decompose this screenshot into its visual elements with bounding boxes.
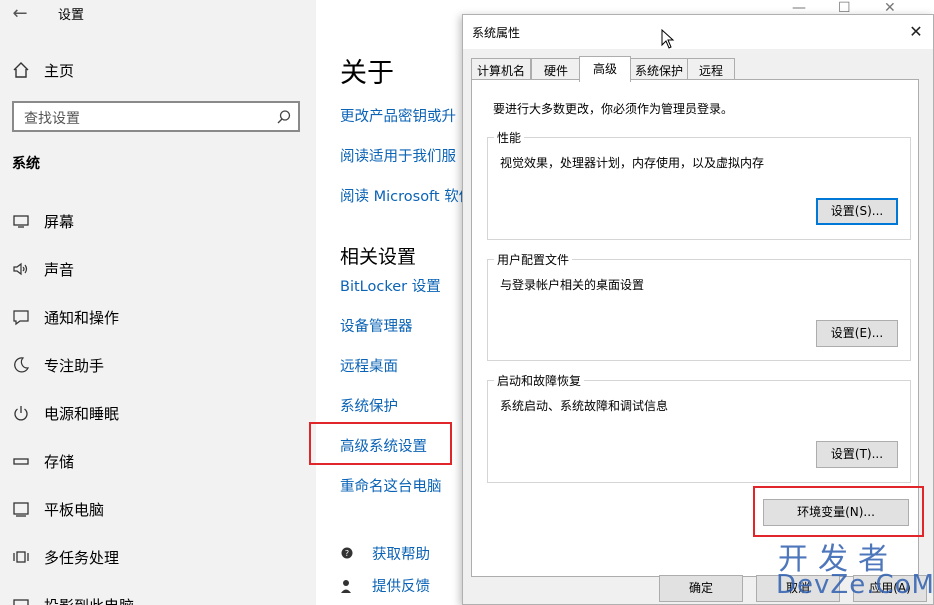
project-icon (13, 599, 29, 605)
feedback-person-icon (341, 579, 351, 593)
moon-icon (14, 357, 30, 373)
link-read-service-agreement[interactable]: 阅读适用于我们服 (340, 145, 456, 166)
group-legend: 性能 (494, 129, 525, 146)
nav-item-label: 存储 (44, 452, 75, 471)
highlight-box-environment-variables (753, 486, 924, 537)
section-heading-system: 系统 (12, 156, 40, 172)
tab-computer-name[interactable]: 计算机名 (471, 58, 531, 80)
nav-home[interactable]: 主页 (12, 58, 74, 82)
link-change-product-key[interactable]: 更改产品密钥或升 (340, 105, 456, 126)
nav-item-label: 屏幕 (44, 212, 75, 231)
multitask-icon (13, 551, 29, 563)
admin-note: 要进行大多数更改，你必须作为管理员登录。 (493, 102, 734, 116)
tablet-icon (13, 502, 29, 517)
nav-item-sound[interactable]: 声音 (12, 256, 74, 282)
group-description: 系统启动、系统故障和调试信息 (500, 399, 669, 413)
performance-settings-button[interactable]: 设置(S)... (816, 198, 898, 225)
link-remote-desktop[interactable]: 远程桌面 (340, 355, 398, 376)
link-read-microsoft-license[interactable]: 阅读 Microsoft 软件 (340, 185, 473, 206)
power-icon (14, 406, 28, 421)
monitor-icon (13, 215, 29, 228)
link-device-manager[interactable]: 设备管理器 (340, 315, 413, 336)
nav-item-notifications[interactable]: 通知和操作 (12, 304, 119, 330)
nav-item-storage[interactable]: 存储 (12, 448, 74, 474)
search-icon (277, 110, 291, 124)
apply-button[interactable]: 应用(A) (853, 575, 927, 602)
help-chat-icon: ? (341, 547, 353, 558)
highlight-box-advanced-settings (309, 422, 452, 465)
nav-item-project[interactable]: 投影到此电脑 (12, 592, 134, 605)
nav-item-multitasking[interactable]: 多任务处理 (12, 544, 119, 570)
search-placeholder: 查找设置 (24, 111, 80, 127)
nav-item-focus-assist[interactable]: 专注助手 (12, 352, 104, 378)
nav-item-label: 平板电脑 (44, 500, 105, 519)
nav-item-display[interactable]: 屏幕 (12, 208, 74, 234)
startup-recovery-settings-button[interactable]: 设置(T)... (816, 441, 898, 468)
related-settings-heading: 相关设置 (340, 246, 417, 268)
tab-hardware[interactable]: 硬件 (531, 58, 581, 80)
group-legend: 用户配置文件 (494, 251, 573, 268)
dialog-title: 系统属性 (472, 26, 521, 40)
nav-item-label: 声音 (44, 260, 75, 279)
nav-item-label: 电源和睡眠 (44, 404, 120, 423)
tab-remote[interactable]: 远程 (687, 58, 735, 80)
get-help-label: 获取帮助 (372, 547, 430, 563)
tab-advanced[interactable]: 高级 (579, 56, 631, 82)
group-legend: 启动和故障恢复 (494, 372, 585, 389)
search-input[interactable]: 查找设置 (12, 101, 300, 132)
settings-window-title: 设置 (58, 8, 85, 23)
ok-button[interactable]: 确定 (659, 575, 743, 602)
group-description: 视觉效果，处理器计划，内存使用，以及虚拟内存 (500, 156, 765, 170)
link-rename-pc[interactable]: 重命名这台电脑 (340, 475, 442, 496)
dialog-titlebar[interactable]: 系统属性 ✕ (463, 15, 933, 49)
feedback-label: 提供反馈 (372, 579, 430, 595)
page-title: 关于 (340, 58, 394, 89)
notification-icon (13, 310, 29, 326)
user-profiles-settings-button[interactable]: 设置(E)... (816, 320, 898, 347)
nav-home-label: 主页 (44, 61, 75, 80)
storage-icon (13, 458, 29, 465)
tab-system-protection[interactable]: 系统保护 (630, 58, 688, 80)
nav-item-label: 多任务处理 (44, 548, 120, 567)
back-arrow-icon[interactable]: ← (6, 0, 34, 28)
speaker-icon (13, 262, 28, 276)
nav-item-label: 专注助手 (44, 356, 105, 375)
link-system-protection[interactable]: 系统保护 (340, 395, 398, 416)
nav-item-label: 投影到此电脑 (44, 595, 134, 605)
help-get-help[interactable]: ? 获取帮助 (340, 543, 430, 564)
nav-item-label: 通知和操作 (44, 308, 120, 327)
link-bitlocker[interactable]: BitLocker 设置 (340, 275, 441, 296)
dialog-close-button[interactable]: ✕ (905, 21, 927, 43)
home-icon (13, 62, 29, 78)
group-performance: 性能 视觉效果，处理器计划，内存使用，以及虚拟内存 设置(S)... (487, 129, 911, 240)
nav-item-tablet[interactable]: 平板电脑 (12, 496, 104, 522)
cancel-button[interactable]: 取消 (756, 575, 840, 602)
mouse-cursor-icon (661, 29, 675, 49)
group-startup-recovery: 启动和故障恢复 系统启动、系统故障和调试信息 设置(T)... (487, 372, 911, 483)
nav-item-power[interactable]: 电源和睡眠 (12, 400, 119, 426)
svg-text:?: ? (345, 549, 349, 558)
group-description: 与登录帐户相关的桌面设置 (500, 278, 645, 292)
group-user-profiles: 用户配置文件 与登录帐户相关的桌面设置 设置(E)... (487, 251, 911, 361)
help-feedback[interactable]: 提供反馈 (340, 575, 430, 596)
settings-sidebar: ← 设置 主页 查找设置 系统 屏幕 声音 通知和操作 专注助手 电源和睡眠 存… (0, 0, 316, 605)
